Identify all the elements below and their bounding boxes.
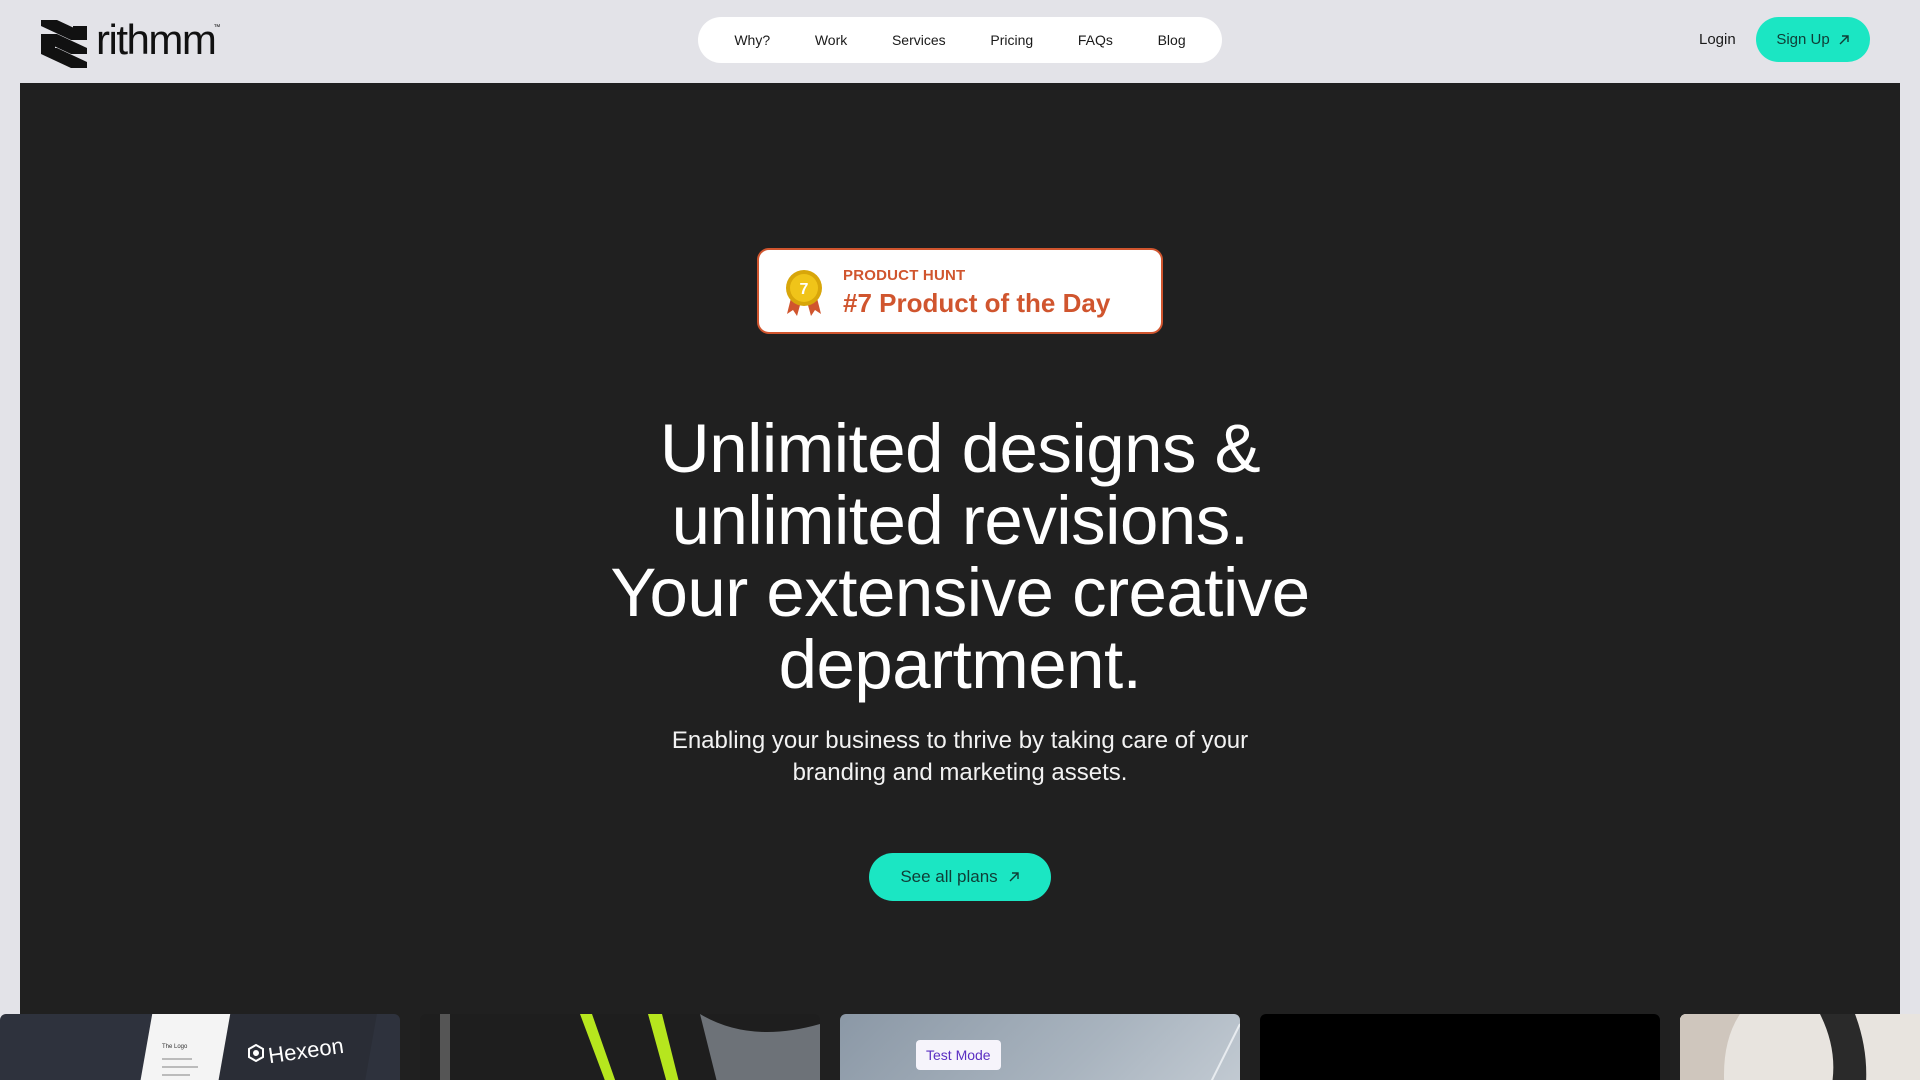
hero-section: 7 PRODUCT HUNT #7 Product of the Day Unl… xyxy=(20,83,1900,1080)
nav-item-services[interactable]: Services xyxy=(892,32,946,48)
nav-item-work[interactable]: Work xyxy=(815,32,847,48)
work-gallery-strip: The Logo Hexeon Test Mode xyxy=(0,1014,1920,1080)
main-nav: Why? Work Services Pricing FAQs Blog xyxy=(698,17,1222,63)
nav-item-blog[interactable]: Blog xyxy=(1158,32,1186,48)
hero-headline: Unlimited designs & unlimited revisions.… xyxy=(20,413,1900,701)
gallery-thumb-hexeon[interactable]: The Logo Hexeon xyxy=(0,1014,400,1080)
gallery-thumb-shirt[interactable] xyxy=(1680,1014,1920,1080)
sign-up-button[interactable]: Sign Up xyxy=(1756,17,1870,62)
paper-line xyxy=(162,1066,198,1068)
shirt-photo-image xyxy=(1680,1014,1920,1080)
subhead-line: branding and marketing assets. xyxy=(792,759,1128,786)
gallery-thumb-app-ui[interactable]: Test Mode xyxy=(840,1014,1240,1080)
headline-line: Your extensive creative xyxy=(610,554,1310,631)
hexeon-logo-icon xyxy=(248,1044,264,1062)
headline-line: department. xyxy=(778,626,1142,703)
badge-title: #7 Product of the Day xyxy=(843,288,1111,318)
product-hunt-badge[interactable]: 7 PRODUCT HUNT #7 Product of the Day xyxy=(757,248,1163,334)
medal-number: 7 xyxy=(800,281,809,298)
headline-line: Unlimited designs & xyxy=(659,410,1261,487)
paper-line xyxy=(162,1058,192,1060)
subhead-line: Enabling your business to thrive by taki… xyxy=(671,727,1249,754)
cta-label: See all plans xyxy=(900,867,998,886)
gallery-thumb-dark[interactable] xyxy=(1260,1014,1660,1080)
headline-line: unlimited revisions. xyxy=(671,482,1249,559)
nav-item-why[interactable]: Why? xyxy=(734,32,770,48)
nav-item-pricing[interactable]: Pricing xyxy=(990,32,1033,48)
site-header: rithmm ™ Why? Work Services Pricing FAQs… xyxy=(0,0,1920,83)
nav-item-faqs[interactable]: FAQs xyxy=(1078,32,1113,48)
hexeon-paper-text: The Logo xyxy=(162,1044,188,1050)
badge-overline: PRODUCT HUNT xyxy=(843,267,966,284)
arrow-up-right-icon xyxy=(1839,34,1849,44)
medal-icon: 7 xyxy=(786,270,822,316)
trademark-symbol: ™ xyxy=(213,23,221,31)
gallery-thumb-bag[interactable] xyxy=(420,1014,820,1080)
diagonal-line-decoration xyxy=(1210,1023,1240,1080)
brand-name: rithmm xyxy=(96,16,217,63)
paper-line xyxy=(162,1074,190,1076)
brand-logo[interactable]: rithmm ™ xyxy=(39,18,222,68)
hero-subheading: Enabling your business to thrive by taki… xyxy=(20,725,1900,789)
arrow-up-right-icon xyxy=(1009,872,1019,882)
bag-photo-image xyxy=(440,1014,820,1080)
logo-mark-icon xyxy=(41,20,87,68)
see-all-plans-button[interactable]: See all plans xyxy=(869,853,1051,901)
sign-up-label: Sign Up xyxy=(1776,31,1830,48)
login-link[interactable]: Login xyxy=(1699,31,1736,48)
